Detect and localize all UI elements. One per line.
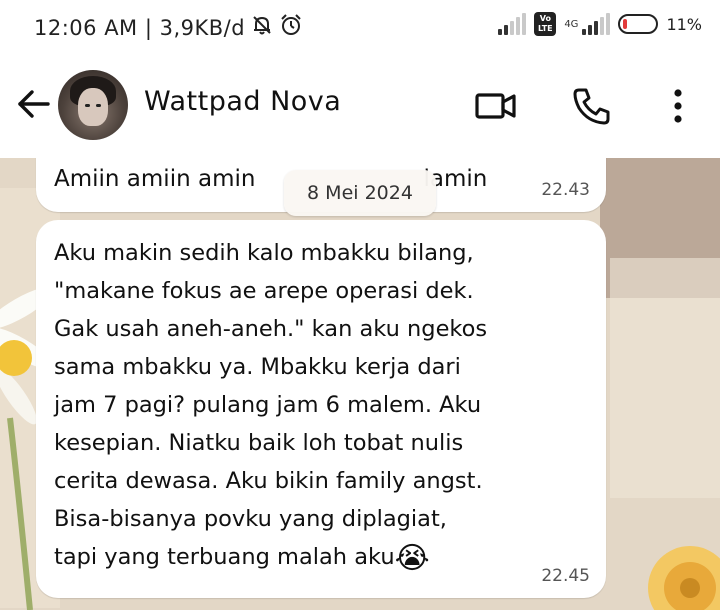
message-body: Aku makin sedih kalo mbakku bilang, "mak… <box>54 240 488 570</box>
network-type: 4G <box>564 18 579 30</box>
volte-icon: Vo LTE <box>534 12 557 36</box>
avatar[interactable] <box>58 70 128 140</box>
more-vert-icon[interactable] <box>656 84 700 128</box>
chat-area[interactable]: Amiin amiin amin lamin 22.43 8 Mei 2024 A… <box>0 158 720 610</box>
mute-bell-icon <box>251 14 273 41</box>
video-call-icon[interactable] <box>474 84 518 128</box>
message-bubble[interactable]: Aku makin sedih kalo mbakku bilang, "mak… <box>36 220 606 598</box>
battery-percent: 11% <box>666 14 702 34</box>
message-time: 22.43 <box>541 180 590 200</box>
back-button[interactable] <box>14 84 54 124</box>
message-text: Aku makin sedih kalo mbakku bilang, "mak… <box>54 234 584 576</box>
contact-name[interactable]: Wattpad Nova <box>144 86 341 117</box>
message-time: 22.45 <box>541 566 590 586</box>
status-time-speed: 12:06 AM | 3,9KB/d <box>34 15 246 40</box>
battery-icon <box>618 14 659 34</box>
crying-emoji: 😭 <box>394 541 430 576</box>
signal-icon-2 <box>582 13 611 35</box>
phone-icon[interactable] <box>570 84 614 128</box>
back-arrow-icon <box>18 90 50 118</box>
signal-icon <box>498 13 527 35</box>
status-right: Vo LTE 4G 11% <box>498 12 702 36</box>
status-bar: 12:06 AM | 3,9KB/d Vo LTE 4G 11% <box>0 0 720 56</box>
date-chip: 8 Mei 2024 <box>284 170 436 216</box>
alarm-icon <box>279 13 303 42</box>
chat-header: Wattpad Nova <box>0 56 720 158</box>
status-left: 12:06 AM | 3,9KB/d <box>34 13 303 42</box>
